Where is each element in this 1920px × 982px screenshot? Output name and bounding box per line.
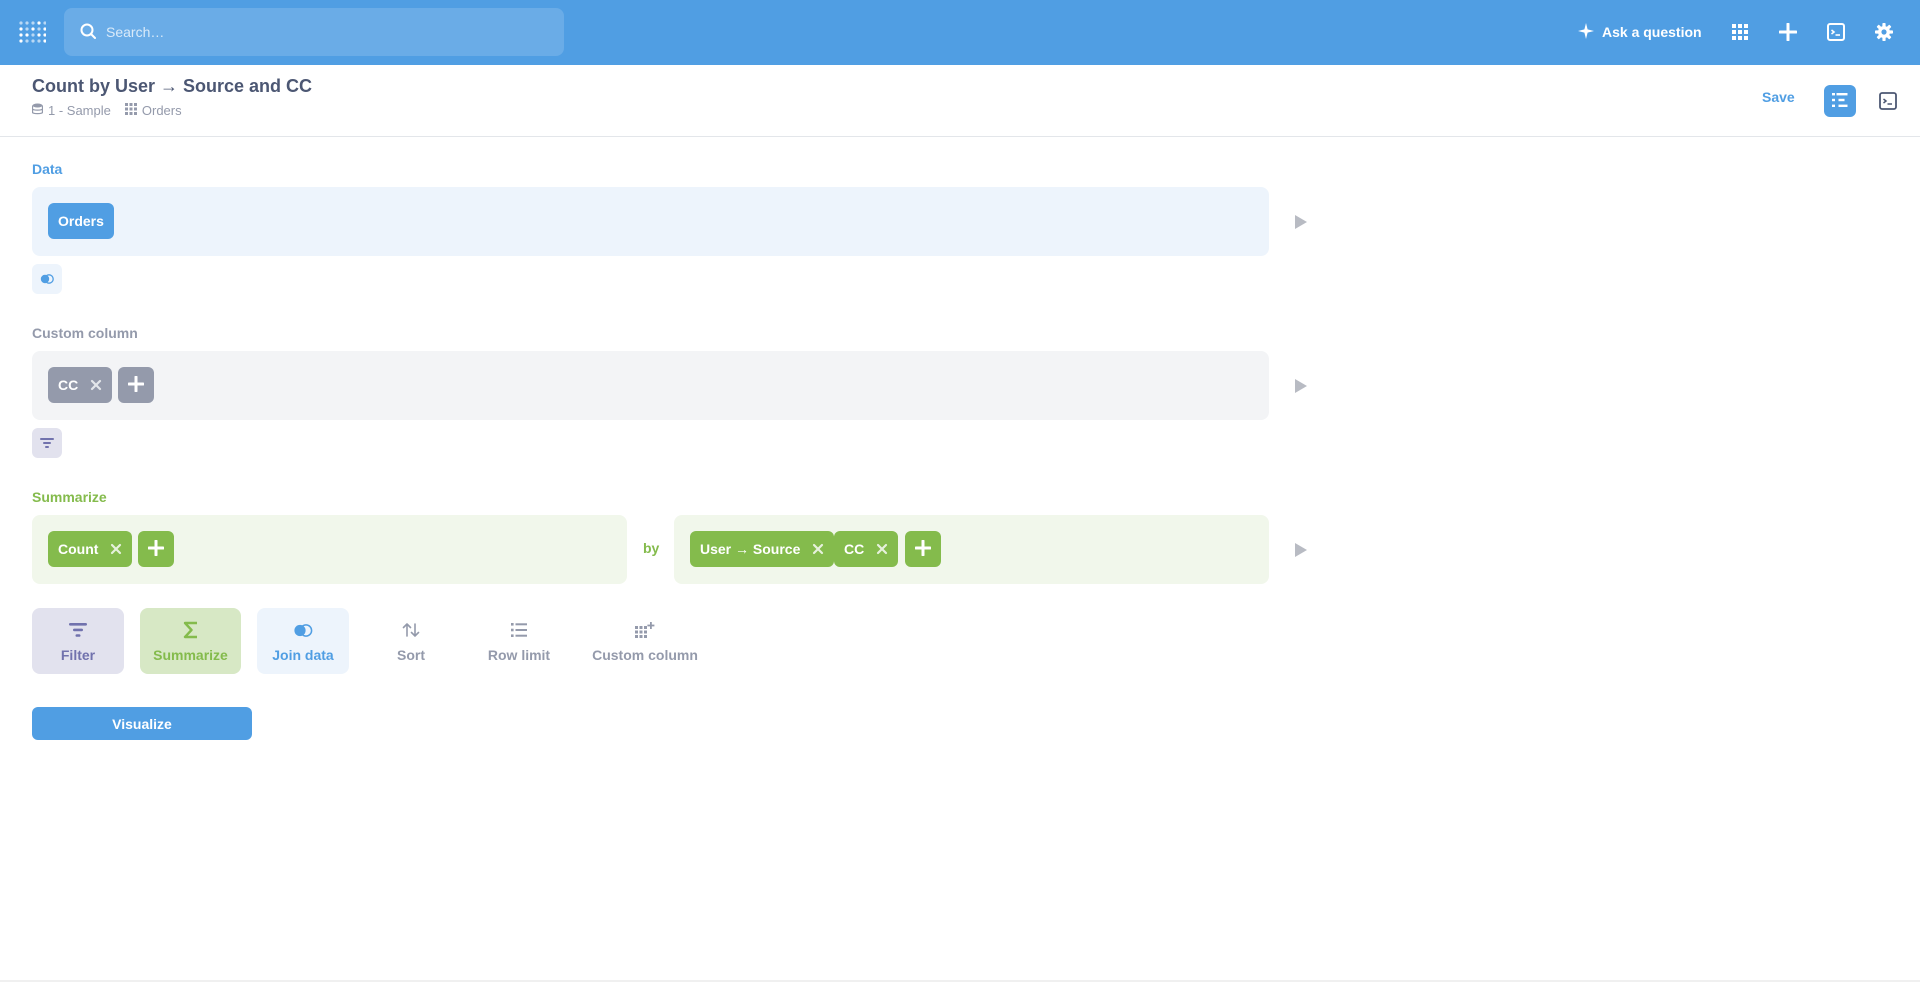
summarize-breakouts-box: User → Source CC <box>674 515 1269 584</box>
ask-a-question-label: Ask a question <box>1602 24 1702 40</box>
filter-icon <box>40 435 54 451</box>
save-button[interactable]: Save <box>1762 89 1795 105</box>
sort-arrows-icon <box>402 619 420 641</box>
sql-editor-icon[interactable] <box>1824 20 1848 44</box>
join-data-action-button[interactable]: Join data <box>257 608 349 674</box>
preview-summarize-play-icon[interactable] <box>1294 542 1308 558</box>
custom-column-step-box: CC <box>32 351 1269 420</box>
breakout-pill-cc[interactable]: CC <box>834 531 899 567</box>
search-icon <box>80 23 96 42</box>
summarize-action-label: Summarize <box>153 647 228 663</box>
join-icon <box>40 271 54 287</box>
by-label: by <box>643 540 660 556</box>
breadcrumb-table-label: Orders <box>141 103 182 118</box>
sigma-icon <box>183 619 199 641</box>
data-table-label: Orders <box>58 213 104 229</box>
list-icon <box>511 619 527 641</box>
summarize-metrics-box: Count <box>32 515 627 584</box>
preview-data-play-icon[interactable] <box>1294 214 1308 230</box>
data-table-pill[interactable]: Orders <box>48 203 114 239</box>
sort-action-label: Sort <box>397 647 425 663</box>
ask-a-question-button[interactable]: Ask a question <box>1578 20 1702 44</box>
breadcrumb: 1 - Sample Orders <box>31 103 182 118</box>
plus-icon <box>147 539 165 559</box>
grid-icon[interactable] <box>1728 20 1752 44</box>
add-breakout-button[interactable] <box>905 531 941 567</box>
summarize-action-button[interactable]: Summarize <box>140 608 241 674</box>
breadcrumb-database-label: 1 - Sample <box>48 103 111 118</box>
plus-icon <box>914 539 932 559</box>
question-header: Count by User → Source and CC 1 - Sample… <box>0 65 1920 137</box>
breadcrumb-table[interactable]: Orders <box>124 103 182 118</box>
breakout-pill-label: CC <box>844 541 865 557</box>
view-sql-icon[interactable] <box>1876 89 1900 113</box>
notebook-editor-toggle[interactable] <box>1824 85 1856 117</box>
add-column-icon <box>635 619 655 641</box>
breakout-pill-user-source[interactable]: User → Source <box>690 531 835 567</box>
new-plus-icon[interactable] <box>1776 20 1800 44</box>
remove-custom-column-icon[interactable] <box>90 379 102 391</box>
notebook-icon <box>1832 92 1848 110</box>
summarize-step-label: Summarize <box>32 489 107 505</box>
breadcrumb-database[interactable]: 1 - Sample <box>31 103 111 118</box>
sort-action-button[interactable]: Sort <box>365 608 457 674</box>
custom-column-action-label: Custom column <box>592 647 698 663</box>
search-bar[interactable] <box>64 8 564 56</box>
plus-icon <box>127 375 145 395</box>
search-input[interactable] <box>106 24 526 40</box>
add-custom-column-button[interactable] <box>118 367 154 403</box>
filter-action-label: Filter <box>60 647 96 663</box>
filter-icon <box>69 619 87 641</box>
custom-column-pill[interactable]: CC <box>48 367 113 403</box>
question-title[interactable]: Count by User → Source and CC <box>32 76 312 97</box>
row-limit-action-button[interactable]: Row limit <box>473 608 565 674</box>
database-icon <box>31 103 48 118</box>
visualize-button[interactable]: Visualize <box>32 707 252 740</box>
preview-custom-column-play-icon[interactable] <box>1294 378 1308 394</box>
join-data-mini-button[interactable] <box>32 264 62 294</box>
custom-column-step-label: Custom column <box>32 325 138 341</box>
table-grid-icon <box>124 103 142 118</box>
add-metric-button[interactable] <box>138 531 174 567</box>
metric-pill-count[interactable]: Count <box>48 531 133 567</box>
remove-breakout-icon[interactable] <box>812 543 824 555</box>
top-navigation-bar: Ask a question <box>0 0 1920 65</box>
breakout-pill-label: User → Source <box>700 541 801 557</box>
remove-metric-icon[interactable] <box>110 543 122 555</box>
custom-column-action-button[interactable]: Custom column <box>581 608 709 674</box>
join-icon <box>293 619 313 641</box>
remove-breakout-icon[interactable] <box>876 543 888 555</box>
metric-pill-label: Count <box>58 541 99 557</box>
sparkle-icon <box>1578 22 1594 42</box>
row-limit-action-label: Row limit <box>487 647 551 663</box>
filter-mini-button[interactable] <box>32 428 62 458</box>
join-data-action-label: Join data <box>272 647 334 663</box>
gear-icon[interactable] <box>1872 20 1896 44</box>
metabase-logo-icon[interactable] <box>18 20 47 44</box>
data-step-label: Data <box>32 161 63 177</box>
data-step-box: Orders <box>32 187 1269 256</box>
custom-column-pill-label: CC <box>58 377 79 393</box>
filter-action-button[interactable]: Filter <box>32 608 124 674</box>
